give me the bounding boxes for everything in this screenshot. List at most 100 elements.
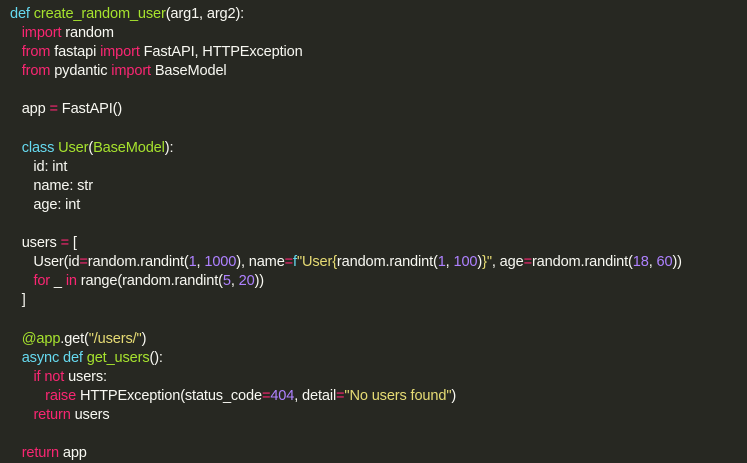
code-token: import bbox=[100, 44, 140, 61]
code-token: (arg1, arg2): bbox=[165, 6, 245, 22]
code-token: random.randint( bbox=[87, 254, 189, 271]
code-line: User(id=random.randint(1, 1000), name=f"… bbox=[10, 253, 747, 272]
code-token: = bbox=[523, 254, 533, 271]
code-token: fastapi bbox=[50, 44, 101, 61]
code-token: )) bbox=[254, 273, 265, 290]
code-token: not bbox=[44, 368, 65, 385]
code-line: for _ in range(random.randint(5, 20)) bbox=[10, 272, 747, 291]
code-token: 404 bbox=[270, 387, 295, 404]
code-line: @app.get("/users/") bbox=[10, 330, 747, 349]
code-token: pydantic bbox=[50, 63, 112, 80]
code-token: HTTPException(status_code bbox=[76, 387, 262, 404]
code-line: id: int bbox=[10, 158, 747, 177]
code-token: 20 bbox=[238, 273, 255, 290]
code-token: User bbox=[58, 139, 89, 156]
code-token: users bbox=[70, 406, 110, 423]
code-token: 1000 bbox=[204, 254, 237, 271]
code-token: users bbox=[10, 235, 61, 252]
code-token: ) bbox=[141, 330, 147, 347]
code-token: return bbox=[21, 445, 59, 462]
code-token: get_users bbox=[86, 349, 150, 366]
code-token: from bbox=[21, 63, 51, 80]
code-token: def bbox=[63, 349, 83, 366]
code-token: import bbox=[21, 25, 62, 42]
code-token: age: int bbox=[10, 196, 81, 213]
code-line: def create_random_user(arg1, arg2): bbox=[10, 5, 747, 24]
code-token: )) bbox=[672, 254, 682, 271]
code-token: , detail bbox=[294, 387, 337, 404]
code-token: 60 bbox=[656, 254, 673, 271]
code-token: 1 bbox=[437, 254, 446, 271]
code-token: "/users/" bbox=[88, 330, 142, 347]
code-token: .get( bbox=[60, 330, 89, 347]
code-token: name: str bbox=[10, 177, 93, 194]
code-token: class bbox=[21, 139, 55, 156]
code-token: raise bbox=[45, 387, 77, 404]
code-line: if not users: bbox=[10, 368, 747, 387]
code-line: async def get_users(): bbox=[10, 349, 747, 368]
code-token: }" bbox=[482, 254, 492, 271]
code-token: app bbox=[58, 445, 87, 462]
code-token: async bbox=[21, 349, 60, 366]
code-token: import bbox=[111, 63, 151, 80]
code-token: random bbox=[61, 25, 114, 42]
code-line: import random bbox=[10, 24, 747, 43]
code-token: FastAPI() bbox=[57, 101, 123, 118]
code-line: class User(BaseModel): bbox=[10, 139, 747, 158]
code-token: random.randint( bbox=[531, 254, 633, 271]
code-token: (): bbox=[149, 349, 163, 366]
code-line: return users bbox=[10, 406, 747, 425]
code-token: for bbox=[33, 273, 51, 290]
code-token: FastAPI, HTTPException bbox=[139, 44, 303, 61]
code-token: ] bbox=[10, 292, 26, 309]
code-token: = bbox=[79, 254, 88, 271]
code-line: app = FastAPI() bbox=[10, 100, 747, 119]
code-token: ): bbox=[164, 139, 174, 156]
code-line: ] bbox=[10, 291, 747, 310]
code-token: ) bbox=[451, 387, 457, 404]
code-line: users = [ bbox=[10, 234, 747, 253]
code-token: "User{ bbox=[296, 254, 337, 271]
code-token: from bbox=[21, 44, 51, 61]
code-token: @app bbox=[21, 330, 61, 347]
code-token: , bbox=[648, 254, 657, 271]
code-token: ), name bbox=[236, 254, 285, 271]
code-token: = bbox=[60, 235, 70, 252]
code-token: create_random_user bbox=[33, 6, 166, 22]
code-token: = bbox=[49, 101, 59, 118]
code-token: 18 bbox=[632, 254, 649, 271]
code-line: return app bbox=[10, 444, 747, 463]
code-token: _ bbox=[50, 273, 66, 290]
code-token: def bbox=[10, 6, 30, 22]
code-token: return bbox=[33, 406, 71, 423]
code-line: from fastapi import FastAPI, HTTPExcepti… bbox=[10, 43, 747, 62]
code-line: age: int bbox=[10, 196, 747, 215]
code-token: in bbox=[65, 273, 77, 290]
code-line: from pydantic import BaseModel bbox=[10, 62, 747, 81]
code-token: BaseModel bbox=[150, 63, 227, 80]
code-token: , bbox=[230, 273, 239, 290]
code-token: users: bbox=[64, 368, 107, 385]
code-token: User(id bbox=[10, 254, 80, 271]
code-token: id: int bbox=[10, 158, 68, 175]
code-token: , age bbox=[491, 254, 524, 271]
code-editor[interactable]: def create_random_user(arg1, arg2): impo… bbox=[0, 0, 747, 461]
code-token: 5 bbox=[222, 273, 231, 290]
code-token: 100 bbox=[453, 254, 478, 271]
